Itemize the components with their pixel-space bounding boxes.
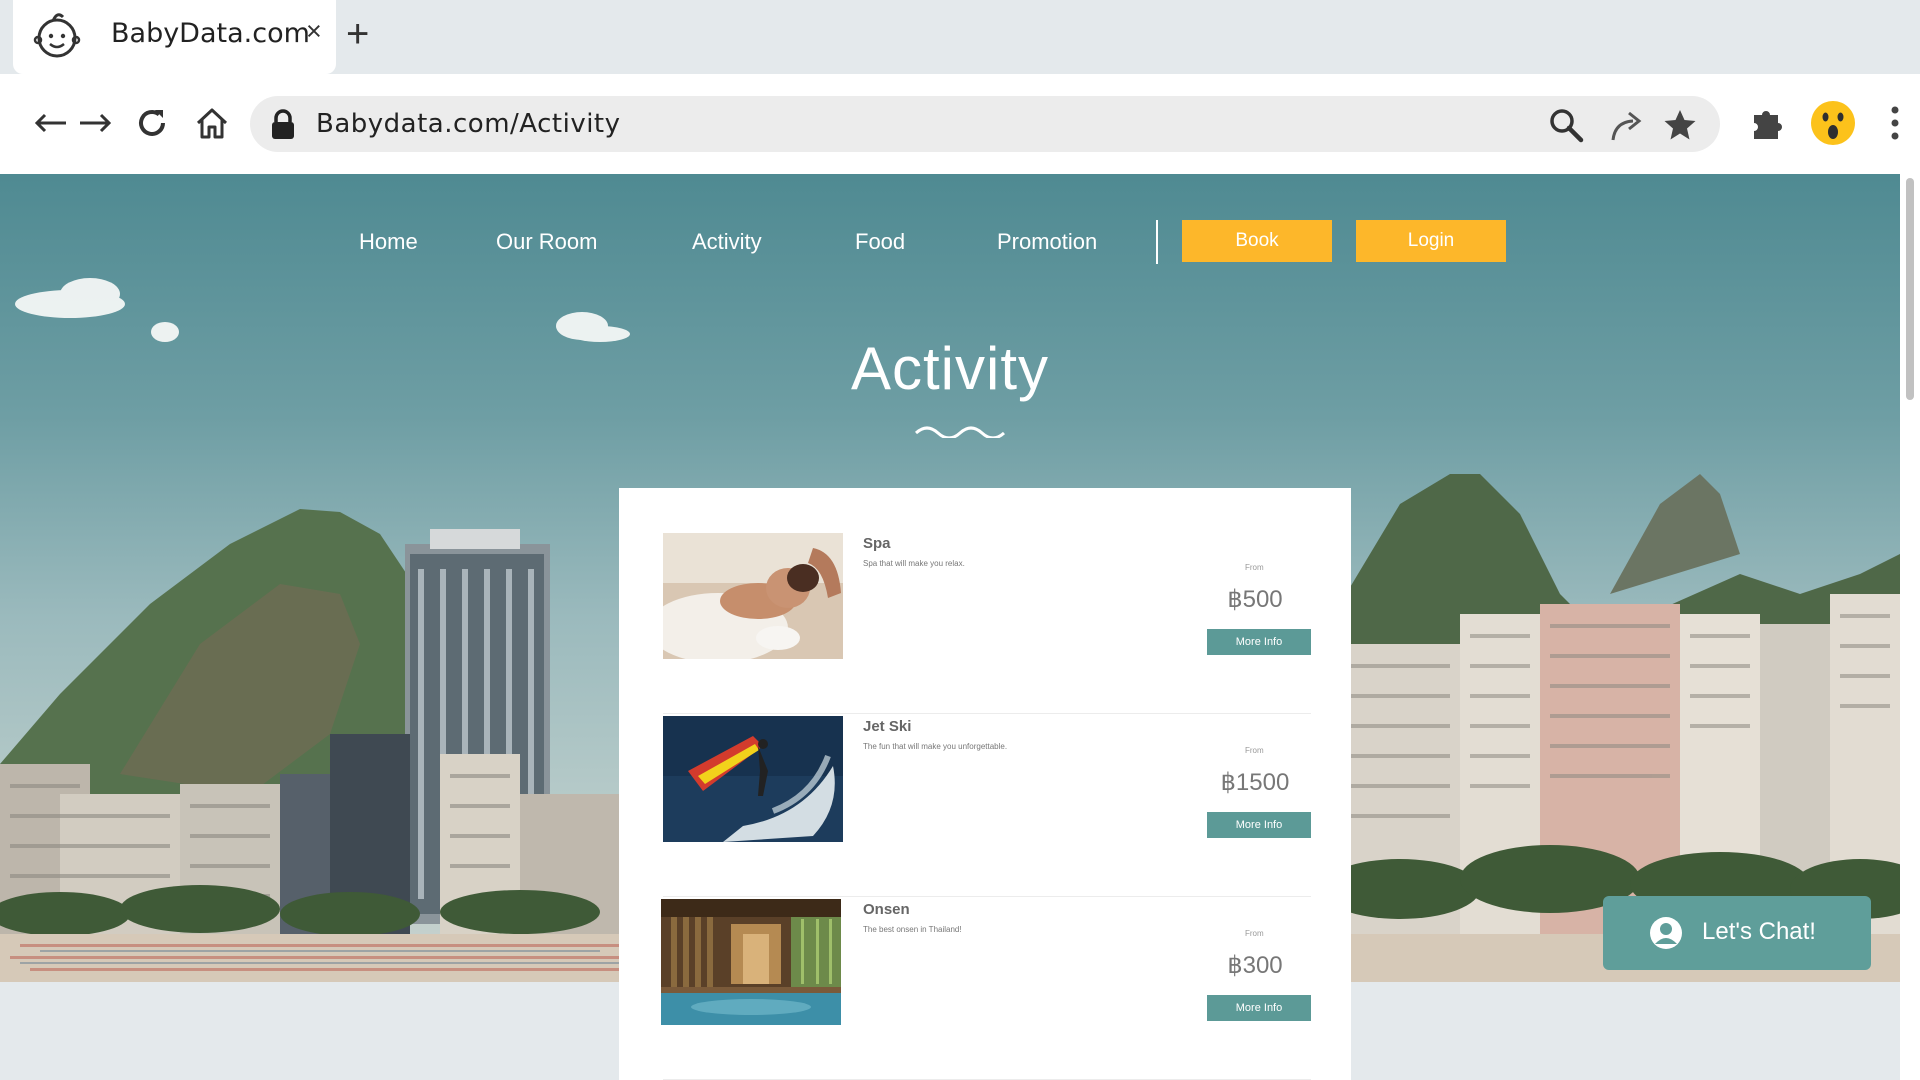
page-title: Activity	[850, 335, 1050, 402]
nav-home[interactable]: Home	[359, 220, 418, 264]
reload-button[interactable]	[129, 98, 175, 148]
activity-description: The best onsen in Thailand!	[863, 925, 962, 934]
more-menu-icon	[1891, 106, 1899, 140]
nav-promotion[interactable]: Promotion	[997, 220, 1097, 264]
tab-strip: BabyData.com × +	[0, 0, 1920, 74]
price-from-label: From	[1245, 563, 1264, 572]
activity-item-onsen: Onsen The best onsen in Thailand! From ฿…	[661, 899, 1311, 1080]
search-icon	[1550, 109, 1584, 143]
page-viewport: Home Our Room Activity Food Promotion Bo…	[0, 174, 1920, 1080]
activity-price: ฿300	[1227, 952, 1283, 979]
profile-button[interactable]	[1810, 98, 1856, 148]
chat-label: Let's Chat!	[1702, 918, 1816, 945]
nav-activity[interactable]: Activity	[692, 220, 762, 264]
close-tab-button[interactable]: ×	[306, 18, 322, 45]
star-icon	[1664, 110, 1696, 140]
home-icon	[196, 108, 228, 139]
baby-face-icon	[33, 13, 81, 58]
nav-food[interactable]: Food	[855, 220, 905, 264]
back-arrow-icon	[34, 113, 66, 133]
more-menu-button[interactable]	[1872, 98, 1918, 148]
forward-button[interactable]	[72, 98, 118, 148]
site-navigation: Home Our Room Activity Food Promotion Bo…	[0, 220, 1900, 264]
share-button[interactable]	[1606, 105, 1646, 145]
profile-avatar-icon	[1811, 101, 1855, 145]
scroll-thumb[interactable]	[1906, 178, 1914, 400]
jet-ski-image[interactable]	[663, 716, 843, 842]
activity-price: ฿1500	[1220, 769, 1290, 796]
back-button[interactable]	[28, 98, 74, 148]
lets-chat-button[interactable]: Let's Chat!	[1603, 896, 1871, 970]
new-tab-button[interactable]: +	[346, 14, 369, 54]
activity-price: ฿500	[1227, 586, 1283, 613]
activity-name: Spa	[863, 535, 891, 552]
reload-icon	[139, 110, 165, 136]
url-text[interactable]: Babydata.com/Activity	[316, 109, 621, 139]
price-from-label: From	[1245, 929, 1264, 938]
price-from-label: From	[1245, 746, 1264, 755]
extension-icon	[1754, 111, 1782, 139]
wave-divider	[914, 426, 1006, 438]
extensions-button[interactable]	[1744, 98, 1790, 148]
browser-toolbar: Babydata.com/Activity	[0, 74, 1920, 174]
search-button[interactable]	[1546, 105, 1586, 145]
onsen-image[interactable]	[661, 899, 841, 1025]
activity-name: Onsen	[863, 901, 910, 918]
share-icon	[1611, 111, 1642, 141]
activity-description: The fun that will make you unforgettable…	[863, 742, 1008, 751]
spa-image[interactable]	[663, 533, 843, 659]
nav-divider	[1156, 220, 1158, 264]
lock-icon	[272, 109, 294, 139]
book-button[interactable]: Book	[1182, 220, 1332, 262]
tab-title: BabyData.com	[111, 18, 310, 49]
activity-item-spa: Spa Spa that will make you relax. From ฿…	[663, 533, 1311, 714]
more-info-button[interactable]: More Info	[1207, 812, 1311, 838]
activity-name: Jet Ski	[863, 718, 912, 735]
bookmark-button[interactable]	[1660, 105, 1700, 145]
user-avatar-icon	[1650, 917, 1682, 949]
page-scrollbar[interactable]	[1900, 174, 1920, 1080]
more-info-button[interactable]: More Info	[1207, 995, 1311, 1021]
home-button[interactable]	[189, 98, 235, 148]
login-button[interactable]: Login	[1356, 220, 1506, 262]
activity-description: Spa that will make you relax.	[863, 559, 965, 568]
activity-item-jet-ski: Jet Ski The fun that will make you unfor…	[663, 716, 1311, 897]
browser-tab[interactable]: BabyData.com ×	[13, 0, 336, 74]
nav-our-room[interactable]: Our Room	[496, 220, 597, 264]
activity-list-card: Spa Spa that will make you relax. From ฿…	[619, 488, 1351, 1080]
address-bar[interactable]: Babydata.com/Activity	[250, 96, 1720, 152]
more-info-button[interactable]: More Info	[1207, 629, 1311, 655]
forward-arrow-icon	[80, 113, 112, 133]
